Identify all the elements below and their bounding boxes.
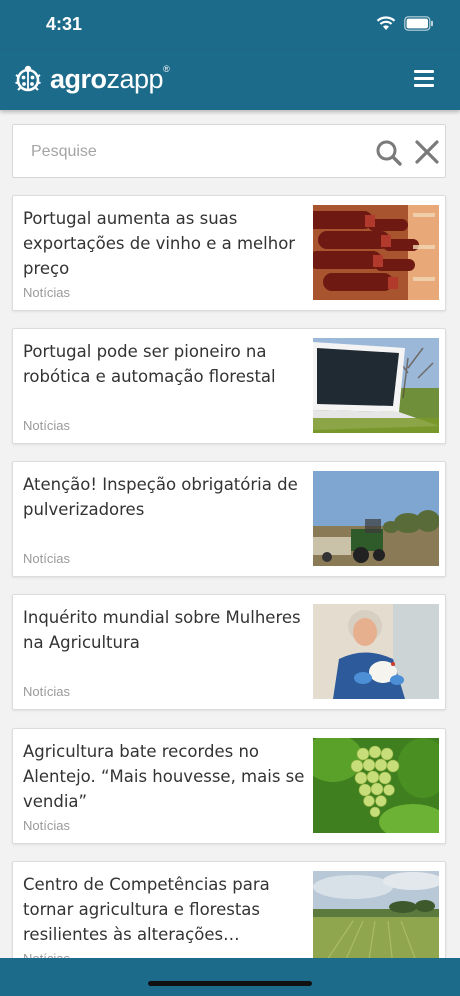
- news-category: Notícias: [23, 285, 70, 300]
- battery-icon: [404, 16, 433, 31]
- news-category: Notícias: [23, 684, 70, 699]
- search-icon[interactable]: [375, 139, 403, 167]
- news-category: Notícias: [23, 551, 70, 566]
- hamburger-menu-icon[interactable]: [414, 70, 434, 88]
- search-input[interactable]: [29, 137, 353, 167]
- wine-bottles-photo: [313, 205, 439, 300]
- status-icons: [376, 16, 434, 31]
- news-title: Centro de Competências para tornar agric…: [23, 875, 270, 944]
- home-indicator[interactable]: [148, 981, 312, 986]
- news-card[interactable]: Portugal pode ser pioneiro na robótica e…: [12, 328, 446, 444]
- news-title: Inquérito mundial sobre Mulheres na Agri…: [23, 608, 301, 652]
- news-title: Atenção! Inspeção obrigatória de pulveri…: [23, 475, 298, 519]
- tractor-sprayer-photo: [313, 471, 439, 566]
- status-time: 4:31: [46, 14, 83, 34]
- news-card[interactable]: Portugal aumenta as suas exportações de …: [12, 195, 446, 311]
- search-bar: [12, 124, 446, 178]
- bottom-bar: [0, 958, 460, 996]
- news-card[interactable]: Agricultura bate recordes no Alentejo. “…: [12, 728, 446, 844]
- ladybug-icon: [15, 65, 41, 92]
- laptop-outdoors-photo: [313, 338, 439, 433]
- agrozapp-logo[interactable]: agrozapp®: [12, 63, 170, 95]
- wheat-field-photo: [313, 871, 439, 966]
- news-title: Portugal pode ser pioneiro na robótica e…: [23, 342, 276, 386]
- close-icon[interactable]: [415, 140, 439, 164]
- news-category: Notícias: [23, 818, 70, 833]
- wifi-icon: [376, 16, 396, 30]
- news-title: Agricultura bate recordes no Alentejo. “…: [23, 742, 305, 811]
- news-title: Portugal aumenta as suas exportações de …: [23, 209, 296, 278]
- logo-text: agrozapp®: [50, 63, 170, 94]
- news-card[interactable]: Inquérito mundial sobre Mulheres na Agri…: [12, 594, 446, 710]
- grapes-photo: [313, 738, 439, 833]
- news-category: Notícias: [23, 418, 70, 433]
- status-bar: 4:31: [0, 0, 460, 50]
- news-card[interactable]: Atenção! Inspeção obrigatória de pulveri…: [12, 461, 446, 577]
- app-header: agrozapp®: [0, 50, 460, 110]
- woman-with-chicken-photo: [313, 604, 439, 699]
